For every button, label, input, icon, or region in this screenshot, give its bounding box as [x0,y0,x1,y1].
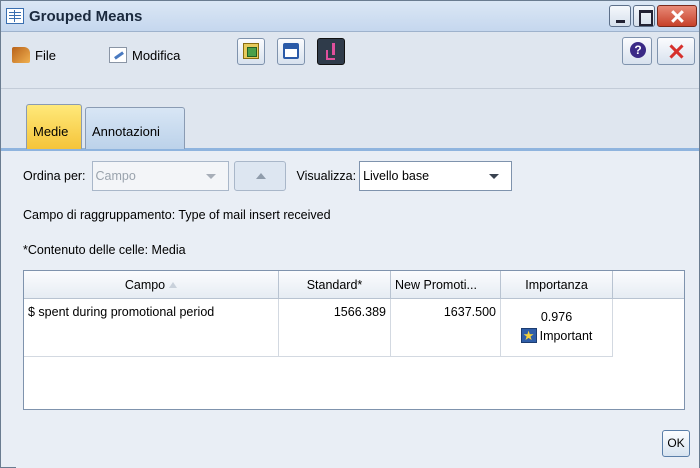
window-title: Grouped Means [29,8,143,25]
sort-direction-button[interactable] [233,161,286,191]
means-panel: Ordina per: Campo Visualizza: Livello ba… [16,154,699,468]
column-header-standard[interactable]: Standard* [279,271,391,299]
tab-annotazioni[interactable]: Annotazioni [85,107,185,149]
cell-campo: $ spent during promotional period [24,299,279,357]
view-label: Visualizza: [296,169,357,183]
cell-importance: 0.976 ★ Important [501,299,613,357]
cell-standard: 1566.389 [279,299,391,357]
tab-medie[interactable]: Medie [26,104,82,149]
sort-by-select[interactable]: Campo [91,161,229,191]
grouped-means-window: Grouped Means File Modifica Medie Annota… [0,0,700,468]
column-header-importance[interactable]: Importanza [501,271,613,299]
cell-new-promotion: 1637.500 [391,299,501,357]
means-table: Campo Standard* New Promoti... Importanz… [23,270,685,410]
help-button[interactable] [622,37,652,65]
cell-contents-text: *Contenuto delle celle: Media [23,243,186,257]
edit-menu-label: Modifica [132,47,181,63]
view-select[interactable]: Livello base [359,161,513,191]
controls-row: Ordina per: Campo Visualizza: Livello ba… [23,160,513,192]
sort-label: Ordina per: [23,169,86,183]
export-button[interactable] [237,38,265,65]
maximize-button[interactable] [633,5,655,27]
importance-label: Important [539,328,593,343]
chevron-down-icon [489,174,500,179]
tab-bar: Medie Annotazioni [1,89,699,151]
sort-ascending-icon [169,282,178,288]
table-app-icon [6,8,24,24]
file-menu-label: File [35,47,56,63]
file-icon [12,47,30,63]
importance-value: 0.976 [540,310,573,324]
grouping-field-text: Campo di raggruppamento: Type of mail in… [23,208,331,222]
sort-icon [323,43,339,60]
column-header-campo-label: Campo [124,278,166,292]
view-value: Livello base [363,169,430,183]
title-bar: Grouped Means [1,1,699,32]
toolbar: File Modifica [1,32,699,89]
print-icon [283,43,299,59]
print-button[interactable] [277,38,305,65]
file-menu[interactable]: File [12,46,56,64]
close-output-button[interactable] [657,37,695,65]
column-header-campo[interactable]: Campo [24,271,279,299]
star-icon: ★ [520,328,537,343]
edit-icon [109,47,127,63]
chevron-down-icon [205,174,216,179]
sort-toggle-button[interactable] [317,38,345,65]
column-header-new-promotion[interactable]: New Promoti... [391,271,501,299]
export-icon [243,43,259,59]
minimize-button[interactable] [609,5,631,27]
edit-menu[interactable]: Modifica [109,46,180,64]
ok-button[interactable]: OK [662,430,690,457]
table-header: Campo Standard* New Promoti... Importanz… [24,271,684,299]
importance-flag: ★ Important [505,328,608,343]
sort-by-value: Campo [95,169,136,183]
window-close-button[interactable] [657,5,697,27]
